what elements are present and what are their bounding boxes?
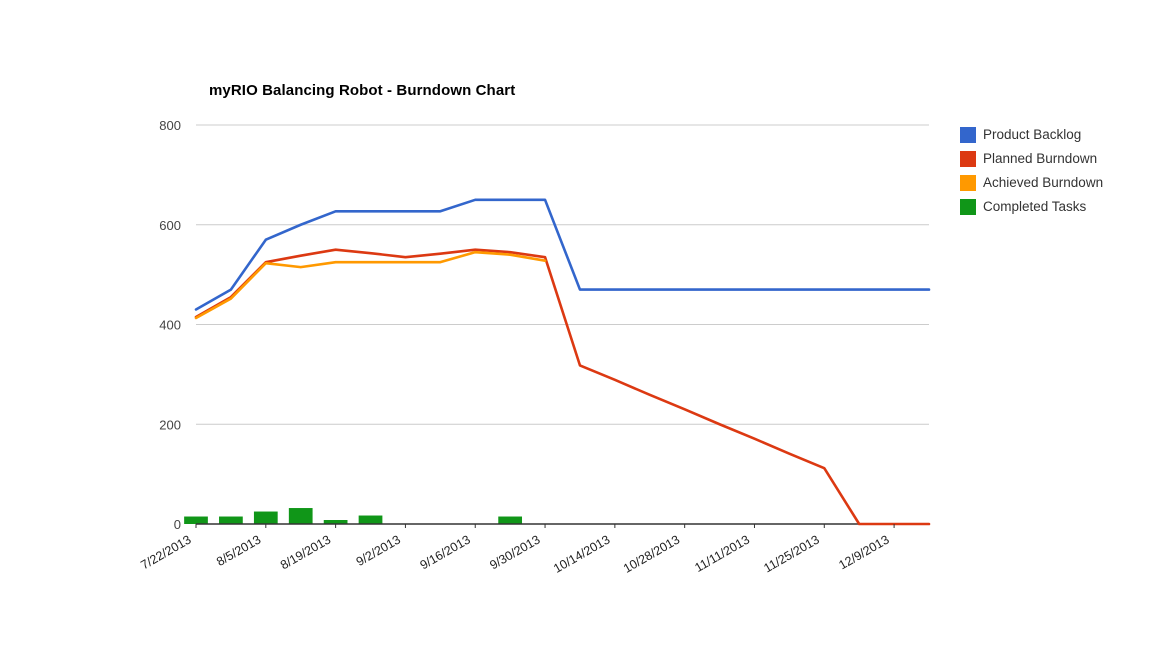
- x-axis-tick-label: 7/22/2013: [138, 532, 193, 572]
- x-axis-tick-label: 10/28/2013: [621, 532, 682, 575]
- x-axis-tick-label: 11/11/2013: [692, 532, 752, 575]
- x-axis-tick-label: 10/14/2013: [551, 532, 612, 575]
- bar: [253, 511, 278, 524]
- y-axis-labels: 0 200 400 600 800: [159, 118, 181, 532]
- legend-item[interactable]: Completed Tasks: [960, 195, 1150, 219]
- line-series: [194, 250, 547, 320]
- chart-plot-area: 0 200 400 600 800 7/22/2013 8/5/2013 8/19/2013…: [138, 118, 931, 576]
- y-axis-tick-label: 600: [159, 218, 181, 233]
- legend-color-swatch-icon: [960, 151, 976, 167]
- legend-item[interactable]: Product Backlog: [960, 123, 1150, 147]
- legend-item-label: Achieved Burndown: [983, 175, 1104, 191]
- legend-color-swatch-icon: [960, 175, 976, 191]
- x-axis-tick-label: 11/25/2013: [761, 532, 821, 575]
- bar: [184, 516, 208, 524]
- legend-color-swatch-icon: [960, 199, 976, 215]
- bar: [219, 516, 243, 524]
- x-axis-tick-label: 9/16/2013: [418, 532, 473, 572]
- x-axis-tick-label: 12/9/2013: [836, 532, 891, 572]
- x-axis-labels: 7/22/2013 8/5/2013 8/19/2013 9/2/2013 9/16/2…: [138, 532, 891, 575]
- y-axis-tick-label: 200: [159, 417, 181, 432]
- x-axis-tick-label: 9/2/2013: [354, 532, 403, 568]
- legend-item[interactable]: Planned Burndown: [960, 147, 1150, 171]
- y-axis-tick-label: 400: [159, 318, 181, 333]
- y-axis-tick-label: 0: [174, 517, 181, 532]
- bar-series-completed-tasks: [184, 508, 523, 524]
- x-axis-tick-label: 8/5/2013: [214, 532, 263, 568]
- bar: [288, 508, 313, 524]
- legend-item-label: Planned Burndown: [983, 151, 1098, 167]
- bar: [358, 515, 383, 524]
- legend-item-label: Completed Tasks: [983, 199, 1087, 215]
- x-axis-tick-label: 8/19/2013: [278, 532, 333, 572]
- legend-item-label: Product Backlog: [983, 127, 1082, 143]
- chart-legend: Product Backlog Planned Burndown Achieved …: [960, 123, 1150, 219]
- legend-item[interactable]: Achieved Burndown: [960, 171, 1150, 195]
- burndown-chart: myRIO Balancing Robot - Burndown Chart 0…: [0, 0, 1155, 651]
- bar: [498, 516, 523, 524]
- legend-color-swatch-icon: [960, 127, 976, 143]
- line-series-group: [194, 198, 931, 526]
- x-axis-tick-label: 9/30/2013: [487, 532, 542, 572]
- y-axis-tick-label: 800: [159, 118, 181, 133]
- gridlines: [196, 124, 929, 425]
